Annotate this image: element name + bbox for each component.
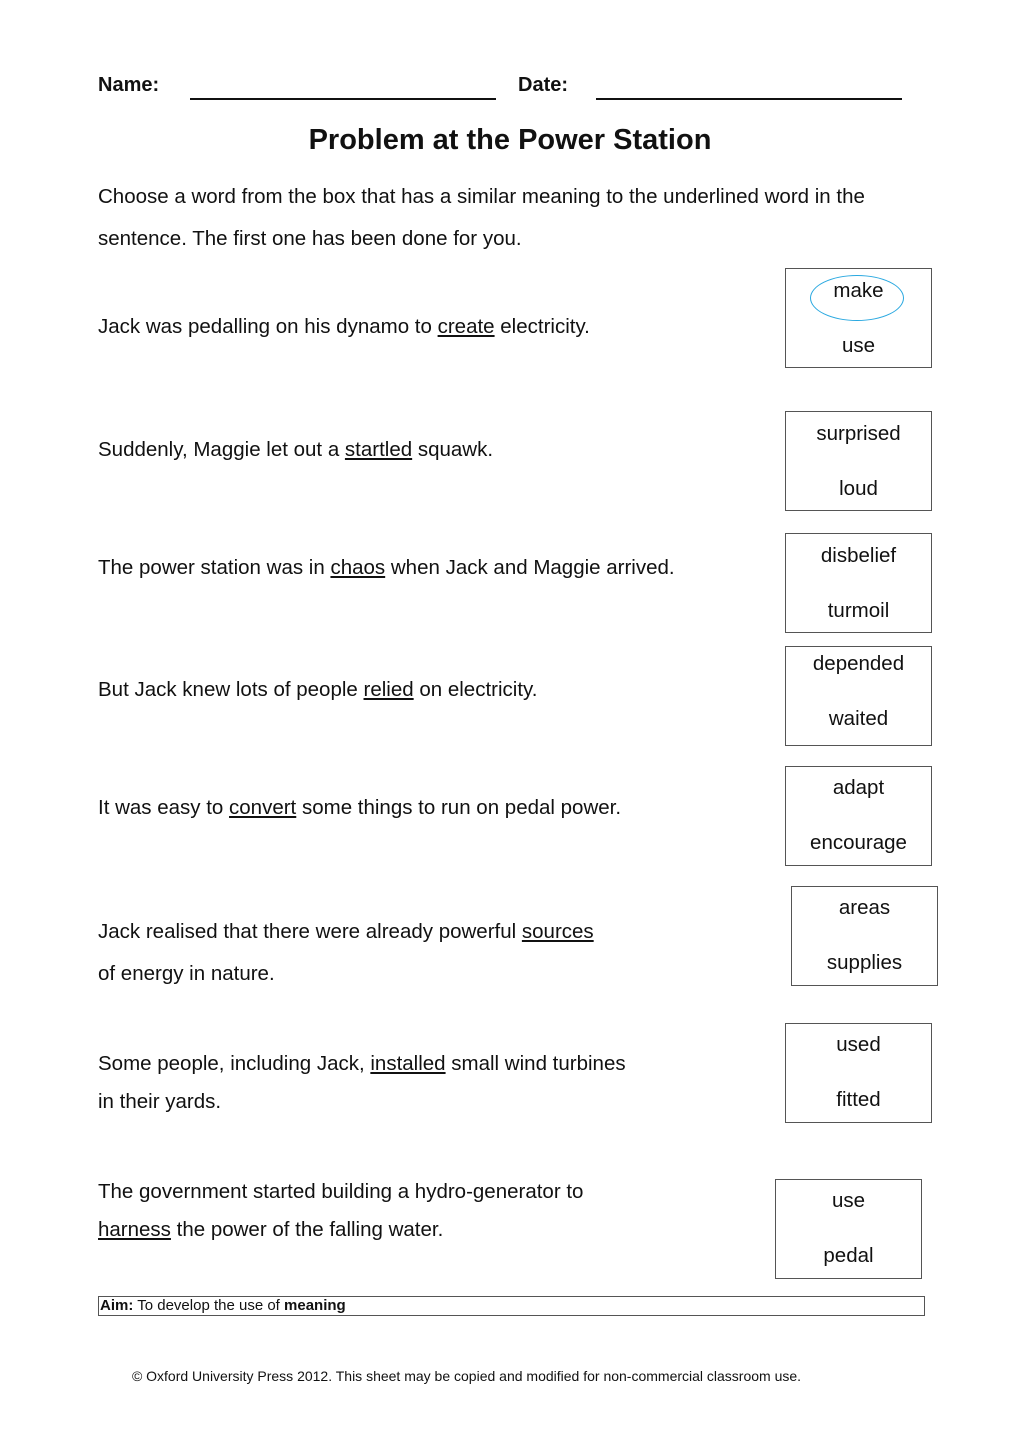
underlined-word: relied — [363, 678, 414, 701]
option[interactable]: areas — [792, 896, 937, 920]
option[interactable]: adapt — [786, 776, 931, 800]
option[interactable]: encourage — [786, 831, 931, 855]
question-3: The power station was in chaos when Jack… — [98, 556, 675, 579]
underlined-word: convert — [229, 796, 297, 819]
option[interactable]: depended — [786, 652, 931, 676]
word-box-4: depended waited — [785, 646, 932, 746]
word-box-3: disbelief turmoil — [785, 533, 932, 633]
question-6-line-2: of energy in nature. — [98, 962, 275, 985]
aim-focus: meaning — [284, 1297, 346, 1314]
underlined-word: create — [437, 315, 495, 338]
name-label: Name: — [98, 74, 160, 96]
option[interactable]: waited — [786, 707, 931, 731]
word-box-8: use pedal — [775, 1179, 922, 1279]
underlined-word: startled — [344, 438, 413, 461]
question-7-line-2: in their yards. — [98, 1090, 222, 1113]
option[interactable]: disbelief — [786, 544, 931, 568]
word-box-2: surprised loud — [785, 411, 932, 511]
question-5: It was easy to convert some things to ru… — [98, 796, 622, 819]
option[interactable]: pedal — [776, 1244, 921, 1268]
instructions: Choose a word from the box that has a si… — [98, 185, 865, 250]
option[interactable]: use — [786, 334, 931, 358]
page-title: Problem at the Power Station — [308, 124, 712, 156]
option[interactable]: make — [786, 279, 931, 303]
aim-label: Aim: — [100, 1297, 134, 1314]
copyright-footer: © Oxford University Press 2012. This she… — [131, 1368, 802, 1384]
option[interactable]: used — [786, 1033, 931, 1057]
option[interactable]: turmoil — [786, 599, 931, 623]
date-label: Date: — [518, 74, 569, 96]
option[interactable]: fitted — [786, 1088, 931, 1112]
word-box-5: adapt encourage — [785, 766, 932, 866]
question-4: But Jack knew lots of people relied on e… — [98, 678, 538, 701]
underlined-word: harness — [98, 1218, 171, 1241]
option[interactable]: use — [776, 1189, 921, 1213]
word-box-7: used fitted — [785, 1023, 932, 1123]
underlined-word: sources — [521, 920, 594, 943]
word-box-6: areas supplies — [791, 886, 938, 986]
question-6: Jack realised that there were already po… — [98, 920, 594, 943]
aim-box: Aim: To develop the use of meaning — [98, 1296, 925, 1316]
date-field[interactable] — [596, 98, 902, 100]
option[interactable]: surprised — [786, 422, 931, 446]
question-2: Suddenly, Maggie let out a startled squa… — [98, 438, 494, 461]
question-7: Some people, including Jack, installed s… — [98, 1052, 626, 1075]
option[interactable]: supplies — [792, 951, 937, 975]
question-8: The government started building a hydro-… — [98, 1180, 584, 1203]
option[interactable]: loud — [786, 477, 931, 501]
question-1: Jack was pedalling on his dynamo to crea… — [98, 315, 590, 338]
word-box-1: make use — [785, 268, 932, 368]
underlined-word: chaos — [330, 556, 386, 579]
question-8-line-2: harness the power of the falling water. — [98, 1218, 444, 1241]
name-field[interactable] — [190, 98, 496, 100]
underlined-word: installed — [370, 1052, 446, 1075]
